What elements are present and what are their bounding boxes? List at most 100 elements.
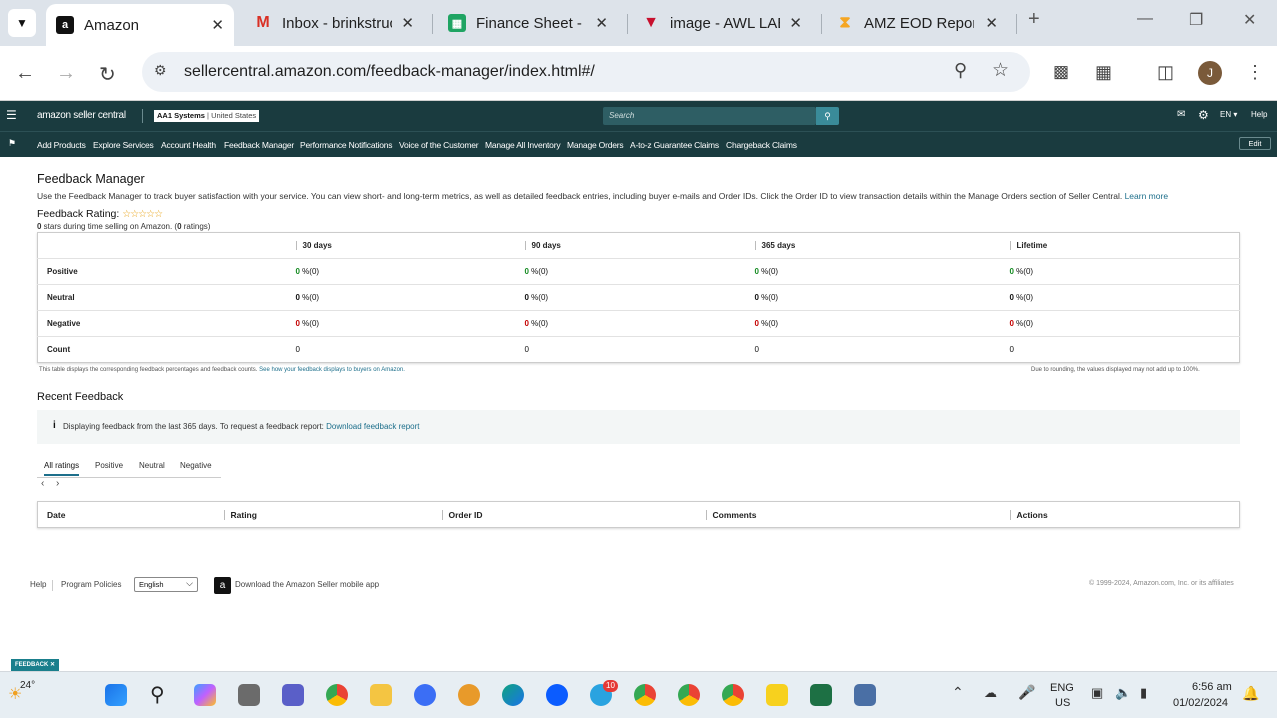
hamburger-menu-icon[interactable]: ☰ bbox=[6, 108, 17, 122]
menu-kebab-icon[interactable]: ⋮ bbox=[1246, 62, 1264, 83]
account-switcher[interactable]: AA1 Systems | United States bbox=[154, 110, 260, 122]
bookmark-icon[interactable]: ⚑ bbox=[8, 138, 16, 149]
task-view-icon[interactable] bbox=[238, 684, 260, 706]
onedrive-icon[interactable]: ☁ bbox=[984, 685, 997, 701]
help-link[interactable]: Help bbox=[1251, 110, 1267, 119]
prev-page-icon[interactable]: ‹ bbox=[41, 478, 44, 489]
chevron-up-icon[interactable]: ⌃ bbox=[952, 684, 964, 701]
tab-all-ratings[interactable]: All ratings bbox=[44, 461, 80, 476]
chrome-profile-icon[interactable] bbox=[722, 684, 744, 706]
nav-add-products[interactable]: Add Products bbox=[37, 140, 86, 150]
clock-date[interactable]: 01/02/2024 bbox=[1173, 697, 1228, 709]
url-text[interactable]: sellercentral.amazon.com/feedback-manage… bbox=[184, 63, 595, 81]
calculator-icon[interactable] bbox=[854, 684, 876, 706]
chrome-icon[interactable] bbox=[326, 684, 348, 706]
signal-icon[interactable] bbox=[414, 684, 436, 706]
address-bar[interactable]: ⚙ sellercentral.amazon.com/feedback-mana… bbox=[142, 52, 1030, 92]
battery-icon[interactable]: ▮ bbox=[1140, 685, 1147, 701]
zoom-icon[interactable]: ⚲ bbox=[954, 60, 967, 81]
bookmark-star-icon[interactable]: ☆ bbox=[992, 59, 1009, 82]
nav-account-health[interactable]: Account Health bbox=[161, 140, 216, 150]
mail-icon[interactable]: ✉ bbox=[1177, 109, 1185, 120]
learn-more-link[interactable]: Learn more bbox=[1125, 191, 1168, 201]
volume-icon[interactable]: 🔈 bbox=[1115, 685, 1131, 701]
nav-feedback-manager[interactable]: Feedback Manager bbox=[224, 140, 294, 150]
close-window-icon[interactable]: ✕ bbox=[1243, 10, 1256, 30]
new-tab-button[interactable]: + bbox=[1028, 8, 1040, 31]
excel-icon[interactable] bbox=[810, 684, 832, 706]
tab-finance-sheet[interactable]: ▦ Finance Sheet - a ✕ bbox=[438, 6, 618, 40]
extensions-icon[interactable]: ▦ bbox=[1095, 62, 1112, 83]
nav-manage-inventory[interactable]: Manage All Inventory bbox=[485, 140, 561, 150]
clock-time[interactable]: 6:56 am bbox=[1192, 681, 1232, 693]
tab-negative[interactable]: Negative bbox=[180, 461, 212, 470]
sticky-notes-icon[interactable] bbox=[766, 684, 788, 706]
edit-nav-button[interactable]: Edit bbox=[1239, 137, 1271, 150]
table-row: Neutral 0 %(0) 0 %(0) 0 %(0) 0 %(0) bbox=[37, 284, 1240, 311]
tab-neutral[interactable]: Neutral bbox=[139, 461, 165, 470]
input-region[interactable]: US bbox=[1055, 697, 1070, 709]
tab-inbox[interactable]: M Inbox - brinkstruc ✕ bbox=[244, 6, 424, 40]
footer-help-link[interactable]: Help bbox=[30, 580, 46, 589]
close-icon[interactable]: ✕ bbox=[789, 14, 802, 32]
footer-language-select[interactable]: English ⌵ bbox=[134, 577, 198, 592]
qr-icon[interactable]: ▩ bbox=[1053, 62, 1069, 82]
gear-icon[interactable]: ⚙ bbox=[1198, 108, 1209, 122]
restore-icon[interactable]: ❐ bbox=[1189, 10, 1203, 30]
chrome-profile-icon[interactable] bbox=[678, 684, 700, 706]
col-order-id[interactable]: Order ID bbox=[441, 509, 483, 520]
nav-chargeback-claims[interactable]: Chargeback Claims bbox=[726, 140, 797, 150]
close-icon[interactable]: ✕ bbox=[50, 662, 55, 668]
nav-manage-orders[interactable]: Manage Orders bbox=[567, 140, 624, 150]
side-panel-icon[interactable]: ◫ bbox=[1157, 62, 1174, 83]
buyer-display-link[interactable]: See how your feedback displays to buyers… bbox=[259, 367, 405, 373]
file-explorer-icon[interactable] bbox=[370, 684, 392, 706]
zoom-app-icon[interactable] bbox=[546, 684, 568, 706]
next-page-icon[interactable]: › bbox=[56, 478, 59, 489]
tab-positive[interactable]: Positive bbox=[95, 461, 123, 470]
feedback-badge[interactable]: FEEDBACK ✕ bbox=[11, 659, 60, 671]
download-report-link[interactable]: Download feedback report bbox=[326, 422, 419, 431]
copilot-icon[interactable] bbox=[194, 684, 216, 706]
network-icon[interactable]: ▣ bbox=[1091, 685, 1103, 701]
tab-search-button[interactable]: ▼ bbox=[8, 9, 36, 37]
teams-icon[interactable] bbox=[282, 684, 304, 706]
input-language[interactable]: ENG bbox=[1050, 682, 1074, 694]
forward-icon[interactable]: → bbox=[56, 62, 76, 85]
back-icon[interactable]: ← bbox=[15, 62, 35, 85]
minimize-icon[interactable]: — bbox=[1137, 10, 1153, 28]
close-icon[interactable]: ✕ bbox=[595, 14, 608, 32]
tab-amz-eod[interactable]: ⧗ AMZ EOD Report ✕ bbox=[826, 6, 1008, 40]
program-policies-link[interactable]: Program Policies bbox=[61, 580, 121, 589]
download-app-link[interactable]: Download the Amazon Seller mobile app bbox=[235, 580, 379, 589]
tab-amazon[interactable]: a Amazon ✕ bbox=[46, 4, 234, 46]
edge-icon[interactable] bbox=[502, 684, 524, 706]
tab-image-awl[interactable]: ▼ image - AWL LAB ✕ bbox=[632, 6, 812, 40]
search-icon[interactable]: ⚲ bbox=[150, 682, 165, 707]
app-icon[interactable] bbox=[458, 684, 480, 706]
close-icon[interactable]: ✕ bbox=[211, 16, 224, 34]
site-settings-icon[interactable]: ⚙ bbox=[154, 62, 167, 79]
col-rating[interactable]: Rating bbox=[223, 509, 257, 520]
start-windows-icon[interactable] bbox=[105, 684, 127, 706]
reload-icon[interactable]: ↻ bbox=[99, 62, 116, 87]
search-button[interactable]: ⚲ bbox=[816, 107, 839, 125]
microphone-icon[interactable]: 🎤 bbox=[1018, 684, 1035, 701]
nav-performance-notifications[interactable]: Performance Notifications bbox=[300, 140, 393, 150]
nav-explore-services[interactable]: Explore Services bbox=[93, 140, 154, 150]
search-icon: ⚲ bbox=[824, 110, 831, 121]
notification-bell-icon[interactable]: 🔔 bbox=[1242, 685, 1259, 702]
avatar[interactable]: J bbox=[1198, 61, 1222, 85]
language-selector[interactable]: EN ▾ bbox=[1220, 110, 1237, 119]
search-input[interactable]: Search bbox=[603, 107, 816, 125]
col-comments[interactable]: Comments bbox=[705, 509, 757, 520]
col-actions[interactable]: Actions bbox=[1009, 509, 1048, 520]
chrome-profile-icon[interactable] bbox=[634, 684, 656, 706]
seller-central-logo[interactable]: amazon seller central bbox=[37, 110, 126, 121]
recent-feedback-title: Recent Feedback bbox=[37, 391, 124, 403]
nav-atoz-claims[interactable]: A-to-z Guarantee Claims bbox=[630, 140, 719, 150]
col-date[interactable]: Date bbox=[38, 502, 215, 528]
close-icon[interactable]: ✕ bbox=[401, 14, 414, 32]
close-icon[interactable]: ✕ bbox=[985, 14, 998, 32]
nav-voice-of-customer[interactable]: Voice of the Customer bbox=[399, 140, 479, 150]
